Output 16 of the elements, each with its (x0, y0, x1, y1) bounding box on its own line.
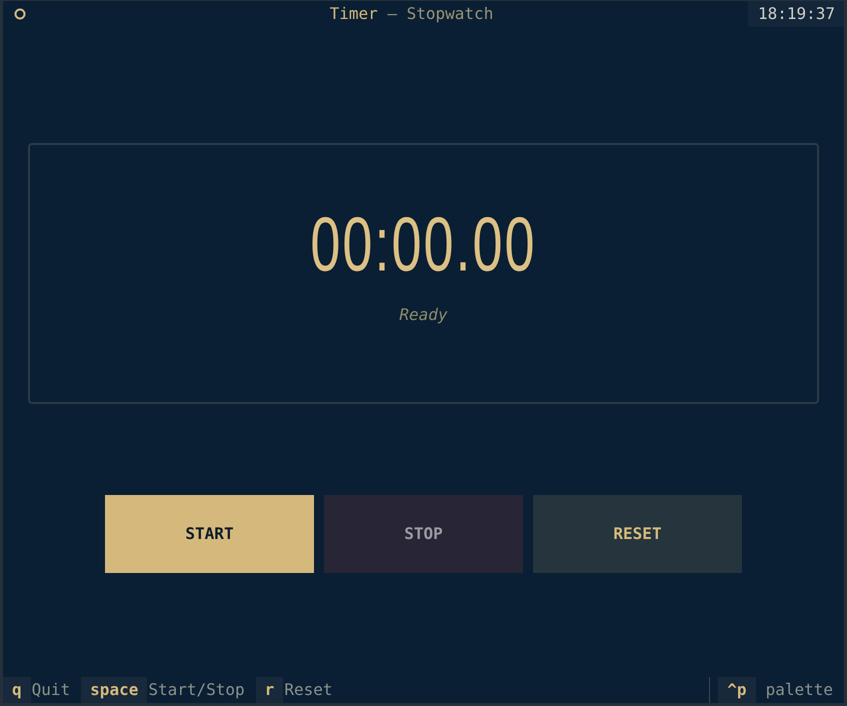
circle-icon[interactable] (14, 8, 26, 20)
app-title: Timer (330, 3, 378, 25)
timer-button[interactable]: RESET (533, 495, 742, 573)
key-binding[interactable]: q (3, 677, 31, 703)
key-binding[interactable]: ^p (718, 677, 756, 703)
header-clock: 18:19:37 (748, 1, 844, 27)
binding-label[interactable]: Quit (30, 677, 82, 703)
key-binding[interactable]: r (256, 677, 284, 703)
timer-display: 00:00.00 (310, 214, 537, 274)
app-subtitle: — Stopwatch (387, 3, 494, 25)
key-binding[interactable]: space (81, 677, 148, 703)
timer-button[interactable]: START (105, 495, 314, 573)
binding-label[interactable]: palette (756, 677, 844, 703)
binding-label[interactable]: Start/Stop (147, 677, 256, 703)
binding-label[interactable]: Reset (283, 677, 344, 703)
status-text: Ready (399, 306, 448, 324)
